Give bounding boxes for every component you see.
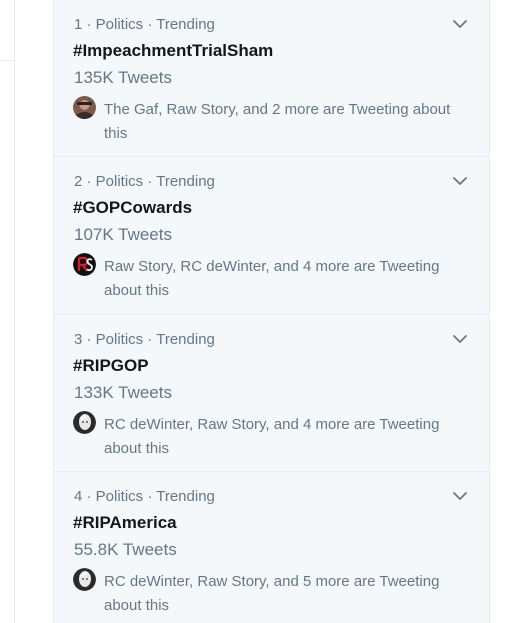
page: 1 · Politics · Trending #ImpeachmentTria… [0, 0, 515, 623]
chevron-down-icon[interactable] [451, 330, 469, 348]
trend-item[interactable]: 2 · Politics · Trending #GOPCowards 107K… [54, 157, 489, 315]
trend-hashtag[interactable]: #ImpeachmentTrialSham [73, 40, 273, 62]
trends-panel: 1 · Politics · Trending #ImpeachmentTria… [53, 0, 490, 623]
trend-tweet-count: 133K Tweets [74, 383, 172, 402]
chevron-down-icon[interactable] [451, 15, 469, 33]
trend-item[interactable]: 3 · Politics · Trending #RIPGOP 133K Twe… [54, 315, 489, 472]
trend-context-text: RC deWinter, Raw Story, and 4 more are T… [104, 416, 440, 457]
trend-hashtag[interactable]: #GOPCowards [73, 197, 192, 219]
user-avatar-icon [73, 96, 96, 119]
trend-hashtag[interactable]: #RIPGOP [73, 355, 149, 377]
left-column-divider [0, 60, 14, 61]
left-column-border [14, 0, 15, 623]
trend-meta: 4 · Politics · Trending [74, 488, 215, 505]
raw-story-logo-icon [73, 253, 96, 276]
trend-meta: 1 · Politics · Trending [74, 16, 215, 33]
trend-item[interactable]: 1 · Politics · Trending #ImpeachmentTria… [54, 0, 489, 157]
trend-context-text: Raw Story, RC deWinter, and 4 more are T… [104, 258, 440, 299]
trend-item[interactable]: 4 · Politics · Trending #RIPAmerica 55.8… [54, 472, 489, 623]
trend-meta: 2 · Politics · Trending [74, 173, 215, 190]
user-avatar-icon [73, 568, 96, 591]
trend-tweet-count: 107K Tweets [74, 225, 172, 244]
trend-tweet-count: 135K Tweets [74, 68, 172, 87]
trend-tweet-count: 55.8K Tweets [74, 540, 177, 559]
trend-context-text: RC deWinter, Raw Story, and 5 more are T… [104, 573, 440, 614]
chevron-down-icon[interactable] [451, 487, 469, 505]
trend-context-text: The Gaf, Raw Story, and 2 more are Tweet… [104, 101, 451, 142]
chevron-down-icon[interactable] [451, 172, 469, 190]
trend-meta: 3 · Politics · Trending [74, 331, 215, 348]
trend-hashtag[interactable]: #RIPAmerica [73, 512, 177, 534]
user-avatar-icon [73, 411, 96, 434]
